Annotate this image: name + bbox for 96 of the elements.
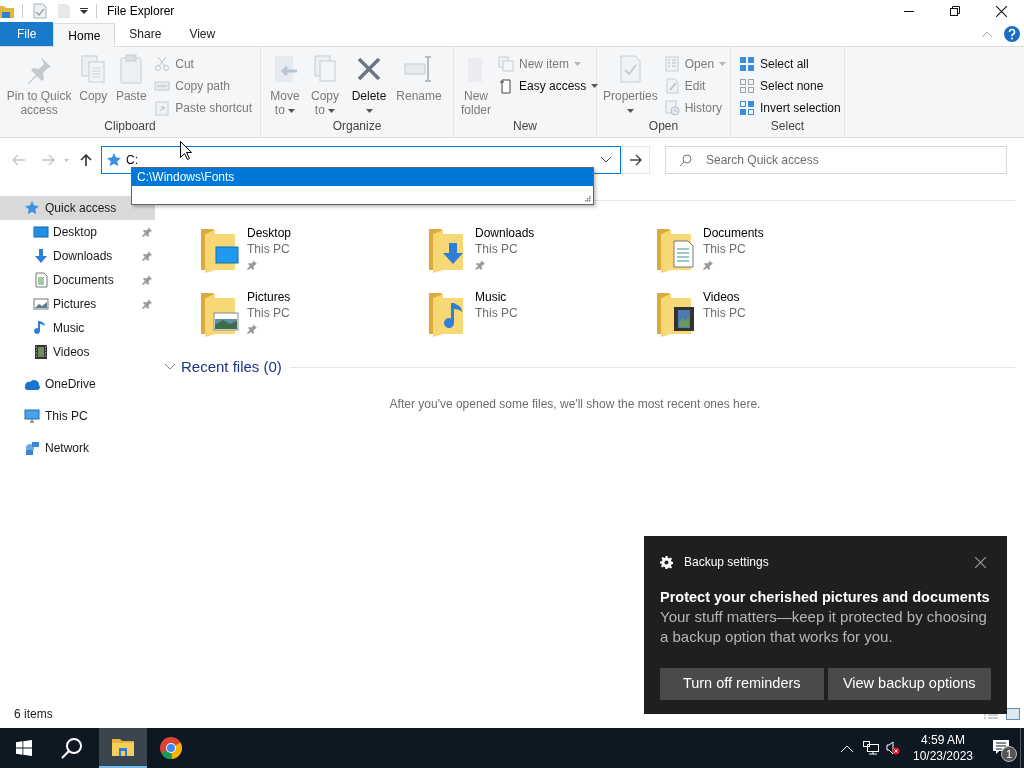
ribbon-tab[interactable]: Share xyxy=(115,22,176,46)
ribbon-button[interactable]: Easy access xyxy=(496,75,601,97)
ribbon-button[interactable]: Select all xyxy=(737,53,843,75)
folder-name[interactable]: Music xyxy=(475,289,518,305)
group-label: Organize xyxy=(332,119,382,133)
image-icon xyxy=(33,296,49,312)
notification-title: Protect your cherished pictures and documents xyxy=(660,588,991,607)
nav-item[interactable]: OneDrive xyxy=(0,372,155,396)
new-item-icon xyxy=(498,56,514,72)
folder-location: This PC xyxy=(703,241,747,257)
network-icon[interactable] xyxy=(863,741,879,755)
folder-location: This PC xyxy=(475,305,518,321)
help-icon[interactable] xyxy=(1004,26,1020,42)
clock[interactable]: 4:59 AM 10/23/2023 xyxy=(902,728,984,768)
speaker-muted-icon[interactable] xyxy=(886,741,900,755)
dropdown-icon[interactable] xyxy=(80,8,88,14)
chevron-down-icon xyxy=(601,157,611,163)
file-tab[interactable]: File xyxy=(0,22,54,46)
folder-location: This PC xyxy=(475,241,519,257)
suggestion-item[interactable]: C:\Windows\Fonts xyxy=(132,168,593,186)
go-button[interactable] xyxy=(622,146,650,174)
search-field[interactable]: Search Quick access xyxy=(665,146,1007,174)
notification-body: Your stuff matters—keep it protected by choosing a backup option that works for you. xyxy=(660,607,988,647)
chevron-icon[interactable] xyxy=(165,364,175,370)
shortcut-icon xyxy=(154,100,171,116)
close-icon[interactable] xyxy=(975,556,986,568)
document-icon xyxy=(33,272,49,288)
download-arrow-icon xyxy=(33,248,49,264)
large-icons-view-icon[interactable] xyxy=(1006,708,1020,720)
folder-name[interactable]: Pictures xyxy=(247,289,291,305)
star-icon xyxy=(107,153,121,167)
select-none-icon xyxy=(739,78,755,94)
item-count: 6 items xyxy=(14,706,53,723)
windows-logo-icon xyxy=(16,740,32,756)
notification-app-name: Backup settings xyxy=(684,554,769,571)
folder-location: This PC xyxy=(247,241,291,257)
search-icon xyxy=(679,154,692,167)
film-icon xyxy=(33,344,49,360)
path-icon xyxy=(154,78,171,94)
group-label: Clipboard xyxy=(104,119,156,133)
nav-item[interactable]: Documents xyxy=(0,268,155,292)
folder-name[interactable]: Desktop xyxy=(247,225,292,241)
invert-selection-icon xyxy=(739,100,755,116)
action-center-button[interactable]: 1 xyxy=(984,728,1018,768)
taskbar-app[interactable] xyxy=(99,728,147,768)
close-icon xyxy=(995,5,1007,17)
chrome-icon xyxy=(159,736,183,760)
ribbon-tab[interactable]: Home xyxy=(53,23,116,47)
right-arrow-icon xyxy=(630,154,642,166)
gear-icon xyxy=(660,555,673,569)
notification-button[interactable]: View backup options xyxy=(827,668,991,700)
search-icon xyxy=(61,737,83,759)
folder-name[interactable]: Downloads xyxy=(475,225,535,241)
empty-message: After you've opened some files, we'll show the most recent ones here. xyxy=(388,396,762,413)
nav-item[interactable]: Pictures xyxy=(0,292,155,316)
page-icon xyxy=(498,78,514,94)
list-icon xyxy=(663,56,680,72)
computer-icon xyxy=(24,408,40,424)
properties-icon[interactable] xyxy=(33,3,47,19)
scissors-icon xyxy=(154,56,171,72)
pointer-icon xyxy=(180,141,192,160)
section-header[interactable]: Recent files (0) xyxy=(181,355,282,379)
nav-item[interactable]: Desktop xyxy=(0,220,155,244)
ribbon-button[interactable]: Select none xyxy=(737,75,843,97)
folder-location: This PC xyxy=(247,305,291,321)
minimize-icon xyxy=(904,10,914,12)
notification-button[interactable]: Turn off reminders xyxy=(660,668,824,700)
folder-location: This PC xyxy=(703,305,746,321)
folder-name[interactable]: Documents xyxy=(703,225,764,241)
chevron-up-icon[interactable] xyxy=(841,744,853,752)
folder-name[interactable]: Videos xyxy=(703,289,746,305)
group-label: New xyxy=(513,119,537,133)
nav-item[interactable]: Downloads xyxy=(0,244,155,268)
monitor-icon xyxy=(33,224,49,240)
edit-icon xyxy=(663,78,680,94)
nav-item[interactable]: Music xyxy=(0,316,155,340)
nav-item[interactable]: Quick access xyxy=(0,196,155,220)
ribbon-button[interactable]: Delete xyxy=(347,53,391,117)
group-label: Open xyxy=(648,119,679,133)
nav-item[interactable]: This PC xyxy=(0,404,155,428)
group-label: Select xyxy=(770,119,805,133)
history-icon xyxy=(663,100,680,116)
ribbon-tab[interactable]: View xyxy=(175,22,230,46)
window-title: File Explorer xyxy=(107,3,175,20)
nav-item[interactable]: Network xyxy=(0,436,155,460)
back-arrow-icon xyxy=(12,154,26,166)
forward-arrow-icon xyxy=(41,154,55,166)
resize-grip-icon xyxy=(585,196,591,202)
star-icon xyxy=(24,200,40,216)
restore-icon xyxy=(950,6,960,16)
ribbon-button[interactable]: Invert selection xyxy=(737,97,843,119)
nav-item[interactable]: Videos xyxy=(0,340,155,364)
select-all-icon xyxy=(739,56,755,72)
up-arrow-icon xyxy=(80,154,92,166)
notification-badge: 1 xyxy=(1001,746,1017,762)
network-icon xyxy=(24,440,40,456)
